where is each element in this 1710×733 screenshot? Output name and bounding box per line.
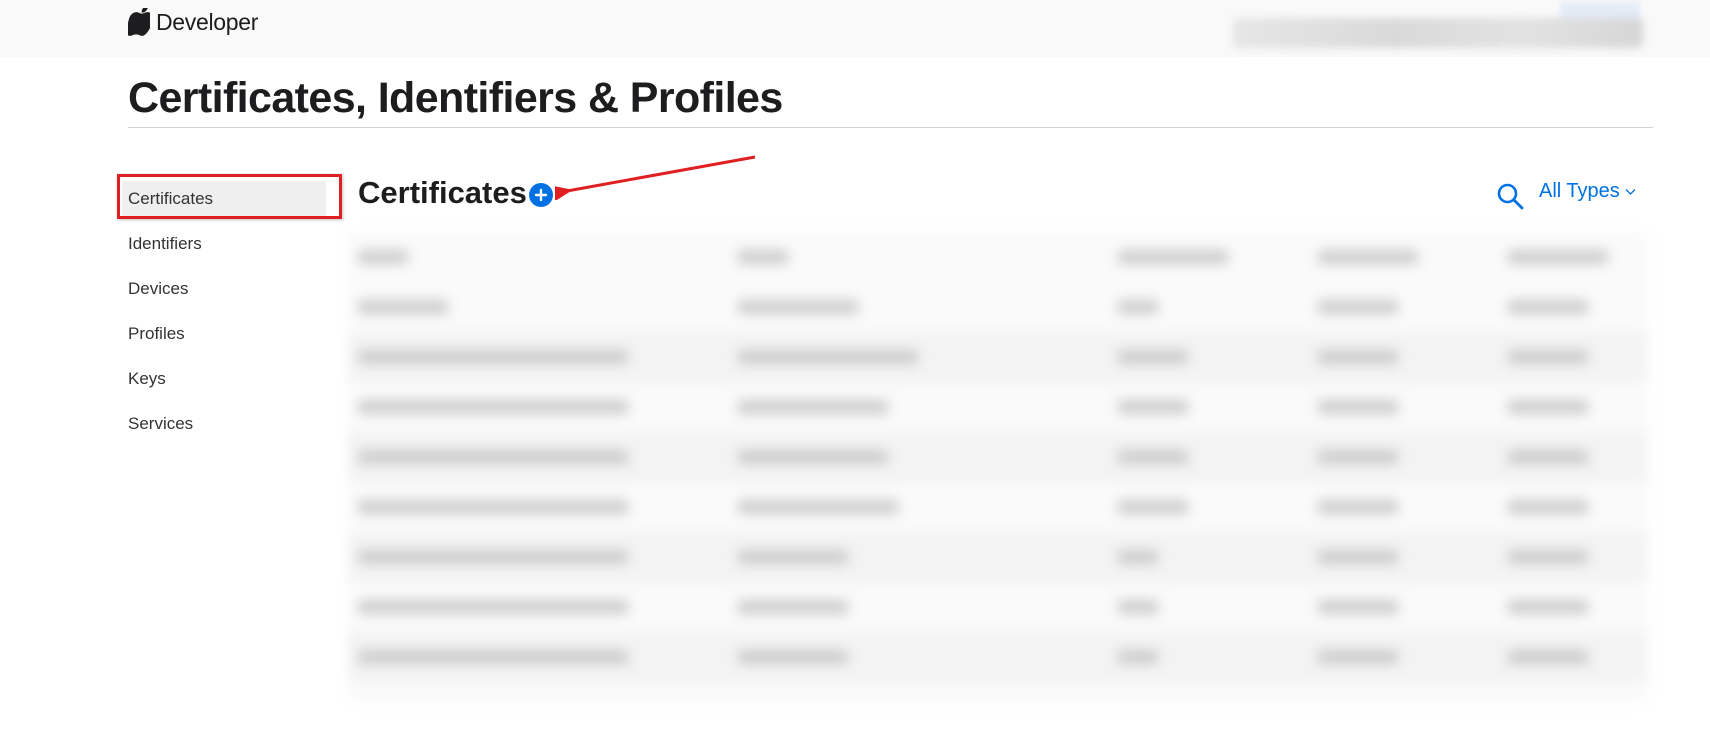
table-row[interactable] <box>348 532 1648 582</box>
plus-circle-icon <box>534 188 548 202</box>
sidebar-item-keys[interactable]: Keys <box>128 356 338 401</box>
chevron-down-icon <box>1625 188 1636 195</box>
search-button[interactable] <box>1496 182 1524 210</box>
page-title: Certificates, Identifiers & Profiles <box>128 74 783 122</box>
sidebar-item-certificates[interactable]: Certificates <box>122 176 338 221</box>
sidebar-item-profiles[interactable]: Profiles <box>128 311 338 356</box>
section-title: Certificates <box>358 175 527 210</box>
apple-logo-icon <box>128 8 150 36</box>
filter-label: All Types <box>1539 180 1620 202</box>
table-row[interactable] <box>348 632 1648 682</box>
top-nav: Developer <box>0 0 1710 57</box>
table-row[interactable] <box>348 382 1648 432</box>
search-icon <box>1497 183 1524 210</box>
title-divider <box>128 127 1653 128</box>
table-row[interactable] <box>348 282 1648 332</box>
table-row[interactable] <box>348 582 1648 632</box>
annotation-arrow <box>555 155 756 200</box>
sidebar-item-services[interactable]: Services <box>128 401 338 446</box>
developer-home-link[interactable]: Developer <box>128 8 258 36</box>
type-filter-dropdown[interactable]: All Types <box>1539 180 1636 203</box>
blurred-account-info <box>1233 18 1643 48</box>
table-row[interactable] <box>348 432 1648 482</box>
sidebar-item-identifiers[interactable]: Identifiers <box>128 221 338 266</box>
brand-name: Developer <box>156 8 259 35</box>
blurred-certificates-table <box>348 232 1648 702</box>
table-row[interactable] <box>348 482 1648 532</box>
add-certificate-button[interactable] <box>529 183 553 207</box>
table-header-row <box>348 232 1648 282</box>
sidebar: Certificates Identifiers Devices Profile… <box>122 176 338 446</box>
table-row[interactable] <box>348 332 1648 382</box>
sidebar-item-devices[interactable]: Devices <box>128 266 338 311</box>
